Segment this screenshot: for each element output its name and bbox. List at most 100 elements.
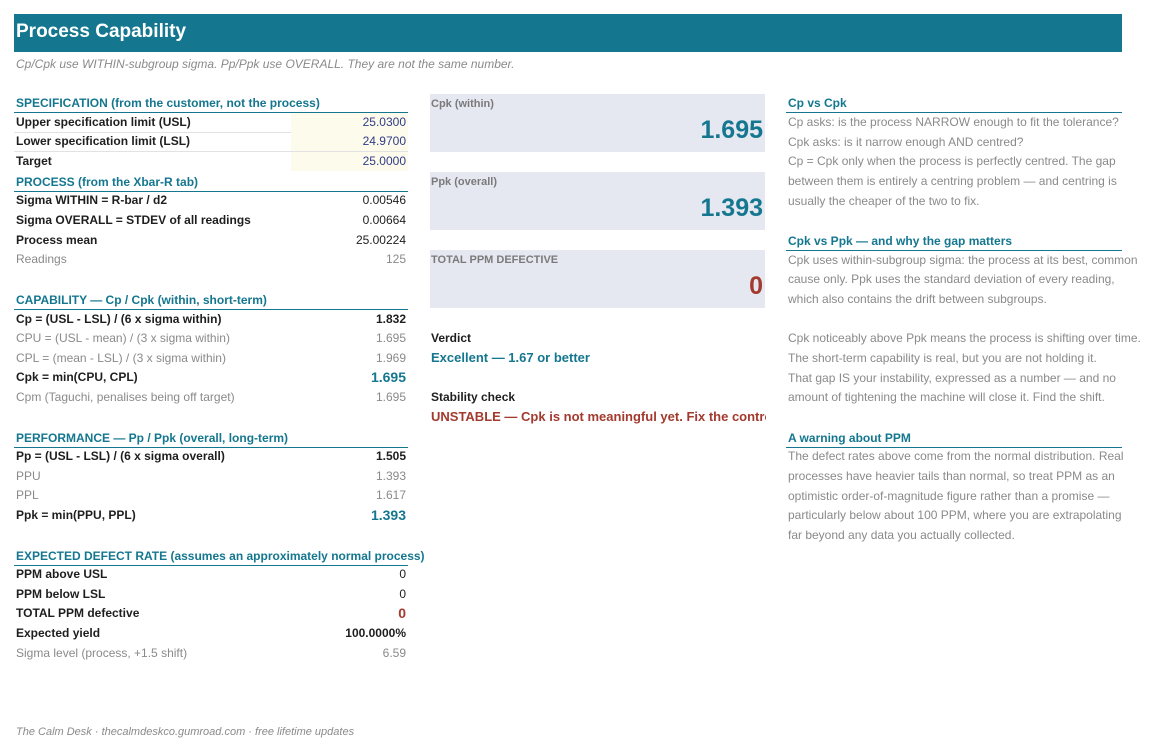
- specification-heading: SPECIFICATION (from the customer, not th…: [14, 94, 408, 113]
- note-cpk-vs-ppk-heading: Cpk vs Ppk — and why the gap matters: [786, 232, 1122, 251]
- capability-heading: CAPABILITY — Cp / Cpk (within, short-ter…: [14, 291, 408, 310]
- cpm-value: 1.695: [375, 390, 406, 404]
- sigma-level-label: Sigma level (process, +1.5 shift): [16, 646, 188, 660]
- cp-row: Cp = (USL - LSL) / (6 x sigma within) 1.…: [14, 310, 408, 329]
- cp-label: Cp = (USL - LSL) / (6 x sigma within): [16, 312, 222, 326]
- note-line: particularly below about 100 PPM, where …: [788, 508, 1122, 522]
- ppm-above-row: PPM above USL 0: [14, 565, 408, 584]
- mean-value: 25.00224: [355, 233, 406, 247]
- note-line: usually the cheaper of the two to fix.: [788, 194, 980, 208]
- ppk-label: Ppk = min(PPU, PPL): [16, 508, 136, 522]
- page-subtitle: Cp/Cpk use WITHIN-subgroup sigma. Pp/Ppk…: [16, 57, 515, 71]
- mean-label: Process mean: [16, 233, 98, 247]
- readings-row: Readings 125: [14, 250, 408, 269]
- note-line: optimistic order-of-magnitude figure rat…: [788, 489, 1110, 503]
- note-line: Cpk asks: is it narrow enough AND centre…: [788, 135, 1024, 149]
- usl-label: Upper specification limit (USL): [16, 115, 191, 129]
- yield-label: Expected yield: [16, 626, 101, 640]
- verdict-label: Verdict: [431, 331, 472, 345]
- note-cp-vs-cpk-heading: Cp vs Cpk: [786, 94, 1122, 113]
- ppm-above-label: PPM above USL: [16, 567, 108, 581]
- note-line: amount of tightening the machine will cl…: [788, 390, 1105, 404]
- cpl-value: 1.969: [375, 351, 406, 365]
- yield-value: 100.0000%: [345, 626, 406, 640]
- sigma-within-label: Sigma WITHIN = R-bar / d2: [16, 193, 168, 207]
- ppm-card: TOTAL PPM DEFECTIVE 0: [430, 250, 765, 308]
- ppm-below-label: PPM below LSL: [16, 587, 106, 601]
- cpu-value: 1.695: [375, 331, 406, 345]
- note-line: That gap IS your instability, expressed …: [788, 371, 1116, 385]
- sigma-within-value: 0.00546: [362, 193, 406, 207]
- cpu-label: CPU = (USL - mean) / (3 x sigma within): [16, 331, 230, 345]
- sigma-level-row: Sigma level (process, +1.5 shift) 6.59: [14, 644, 408, 663]
- sigma-overall-value: 0.00664: [362, 213, 406, 227]
- target-row: Target 25.0000: [14, 152, 408, 171]
- lsl-value[interactable]: 24.9700: [363, 132, 406, 151]
- ppl-row: PPL 1.617: [14, 486, 408, 505]
- cpu-row: CPU = (USL - mean) / (3 x sigma within) …: [14, 329, 408, 348]
- stability-label: Stability check: [431, 390, 516, 404]
- cpk-row: Cpk = min(CPU, CPL) 1.695: [14, 368, 408, 387]
- cpk-label: Cpk = min(CPU, CPL): [16, 370, 138, 384]
- note-line: The short-term capability is real, but y…: [788, 351, 1097, 365]
- pp-label: Pp = (USL - LSL) / (6 x sigma overall): [16, 449, 225, 463]
- note-line: The defect rates above come from the nor…: [788, 449, 1124, 463]
- yield-row: Expected yield 100.0000%: [14, 624, 408, 643]
- target-value[interactable]: 25.0000: [363, 152, 406, 171]
- cpk-value: 1.695: [370, 369, 406, 385]
- ppm-below-value: 0: [399, 587, 406, 601]
- sigma-level-value: 6.59: [382, 646, 406, 660]
- ppk-value: 1.393: [370, 507, 406, 523]
- note-line: between them is entirely a centring prob…: [788, 174, 1117, 188]
- cp-value: 1.832: [375, 312, 406, 326]
- note-line: which also contains the drift between su…: [788, 292, 1047, 306]
- pp-value: 1.505: [375, 449, 406, 463]
- cpm-row: Cpm (Taguchi, penalises being off target…: [14, 388, 408, 407]
- ppm-above-value: 0: [399, 567, 406, 581]
- note-line: cause only. Ppk uses the standard deviat…: [788, 272, 1115, 286]
- note-line: processes have heavier tails than normal…: [788, 469, 1115, 483]
- readings-value: 125: [385, 252, 406, 266]
- note-ppm-warning-heading: A warning about PPM: [786, 429, 1122, 448]
- ppm-total-row: TOTAL PPM defective 0: [14, 604, 408, 623]
- page-title: Process Capability: [16, 21, 187, 42]
- note-line: Cp asks: is the process NARROW enough to…: [788, 115, 1119, 129]
- ppu-value: 1.393: [375, 469, 406, 483]
- usl-value[interactable]: 25.0300: [363, 113, 406, 132]
- ppk-card: Ppk (overall) 1.393: [430, 172, 765, 230]
- sigma-within-row: Sigma WITHIN = R-bar / d2 0.00546: [14, 191, 408, 210]
- performance-heading: PERFORMANCE — Pp / Ppk (overall, long-te…: [14, 429, 408, 448]
- mean-row: Process mean 25.00224: [14, 231, 408, 250]
- ppu-row: PPU 1.393: [14, 467, 408, 486]
- defect-rate-heading: EXPECTED DEFECT RATE (assumes an approxi…: [14, 547, 425, 566]
- process-heading: PROCESS (from the Xbar-R tab): [14, 173, 408, 192]
- ppl-value: 1.617: [375, 488, 406, 502]
- ppl-label: PPL: [16, 488, 39, 502]
- ppk-row: Ppk = min(PPU, PPL) 1.393: [14, 506, 408, 525]
- cpl-label: CPL = (mean - LSL) / (3 x sigma within): [16, 351, 226, 365]
- cpk-card-label: Cpk (within): [431, 98, 494, 110]
- ppm-total-label: TOTAL PPM defective: [16, 606, 140, 620]
- ppm-card-label: TOTAL PPM DEFECTIVE: [431, 254, 559, 266]
- ppk-card-value: 1.393: [700, 194, 763, 222]
- sigma-overall-row: Sigma OVERALL = STDEV of all readings 0.…: [14, 211, 408, 230]
- sigma-overall-label: Sigma OVERALL = STDEV of all readings: [16, 213, 251, 227]
- cpl-row: CPL = (mean - LSL) / (3 x sigma within) …: [14, 349, 408, 368]
- lsl-row: Lower specification limit (LSL) 24.9700: [14, 132, 408, 152]
- ppk-card-label: Ppk (overall): [431, 176, 498, 188]
- usl-row: Upper specification limit (USL) 25.0300: [14, 113, 408, 133]
- cpm-label: Cpm (Taguchi, penalises being off target…: [16, 390, 235, 404]
- stability-value: UNSTABLE — Cpk is not meaningful yet. Fi…: [431, 409, 766, 424]
- verdict-value: Excellent — 1.67 or better: [431, 350, 590, 365]
- ppu-label: PPU: [16, 469, 41, 483]
- note-line: Cpk uses within-subgroup sigma: the proc…: [788, 253, 1138, 267]
- note-line: Cpk noticeably above Ppk means the proce…: [788, 331, 1141, 345]
- title-bar: Process Capability: [14, 14, 1122, 52]
- readings-label: Readings: [16, 252, 67, 266]
- ppm-total-value: 0: [398, 605, 406, 621]
- pp-row: Pp = (USL - LSL) / (6 x sigma overall) 1…: [14, 447, 408, 466]
- ppm-below-row: PPM below LSL 0: [14, 585, 408, 604]
- lsl-label: Lower specification limit (LSL): [16, 134, 191, 148]
- cpk-card: Cpk (within) 1.695: [430, 94, 765, 152]
- note-line: far beyond any data you actually collect…: [788, 528, 1015, 542]
